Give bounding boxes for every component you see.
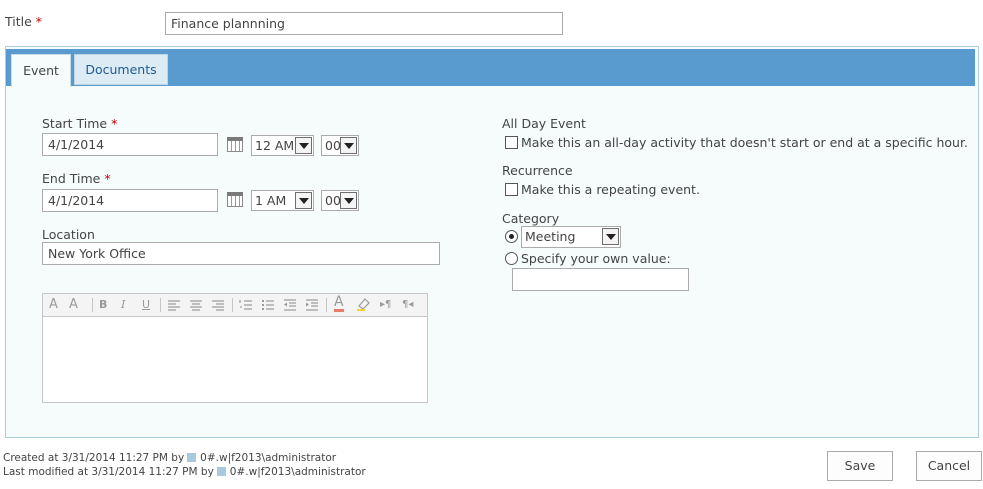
- font-size-icon[interactable]: A: [49, 298, 58, 311]
- text-color-icon[interactable]: A: [334, 295, 344, 312]
- category-own-value-radio[interactable]: [505, 252, 518, 265]
- toolbar-separator: [160, 298, 161, 312]
- start-hour-value: 12 AM: [255, 138, 295, 153]
- category-selected-value: Meeting: [525, 229, 576, 244]
- tab-documents[interactable]: Documents: [74, 54, 168, 85]
- toolbar-separator: [92, 298, 93, 312]
- location-label: Location: [42, 227, 95, 242]
- chevron-down-icon: [295, 192, 312, 209]
- tab-event-label: Event: [23, 63, 59, 78]
- rtl-icon[interactable]: ¶◂: [402, 299, 413, 311]
- start-minute-value: 00: [325, 138, 341, 153]
- all-day-checkbox-label[interactable]: Make this an all-day activity that doesn…: [521, 135, 968, 150]
- start-date-input[interactable]: 4/1/2014: [42, 133, 218, 156]
- align-left-icon[interactable]: [167, 299, 181, 311]
- numbered-list-icon[interactable]: [239, 299, 253, 311]
- category-select[interactable]: Meeting: [521, 226, 621, 248]
- ltr-pilcrow: ¶: [385, 299, 392, 310]
- own-value-input[interactable]: [512, 268, 689, 291]
- tab-documents-label: Documents: [85, 62, 157, 77]
- created-info: Created at 3/31/2014 11:27 PM by 0#.w|f20…: [3, 452, 336, 464]
- end-date-input[interactable]: 4/1/2014: [42, 189, 218, 212]
- recurrence-checkbox[interactable]: [505, 183, 518, 196]
- bullet-list-icon[interactable]: [261, 299, 275, 311]
- chevron-down-icon: [295, 137, 312, 154]
- created-by-user[interactable]: 0#.w|f2013\administrator: [200, 452, 336, 464]
- own-value-label[interactable]: Specify your own value:: [521, 251, 671, 266]
- chevron-down-icon: [602, 228, 619, 245]
- chevron-down-icon: [340, 137, 357, 154]
- save-button[interactable]: Save: [827, 451, 893, 481]
- toolbar-separator: [232, 298, 233, 312]
- end-time-label: End Time *: [42, 171, 111, 186]
- modified-by-user[interactable]: 0#.w|f2013\administrator: [230, 466, 366, 478]
- location-input[interactable]: New York Office: [42, 242, 440, 265]
- ltr-icon[interactable]: ▸¶: [380, 299, 391, 311]
- start-hour-select[interactable]: 12 AM: [251, 135, 314, 156]
- description-editor[interactable]: [42, 317, 428, 403]
- end-minute-select[interactable]: 00: [321, 190, 359, 211]
- created-prefix: Created at 3/31/2014 11:27 PM by: [3, 452, 185, 464]
- editor-toolbar: A A B I U A ▸¶ ¶◂: [42, 293, 428, 317]
- start-minute-select[interactable]: 00: [321, 135, 359, 156]
- align-center-icon[interactable]: [189, 299, 203, 311]
- category-label: Category: [502, 211, 560, 226]
- calendar-icon[interactable]: [227, 192, 243, 207]
- align-right-icon[interactable]: [211, 299, 225, 311]
- presence-icon: [216, 467, 226, 476]
- end-hour-value: 1 AM: [255, 193, 287, 208]
- toolbar-separator: [326, 298, 327, 312]
- clear-format-icon[interactable]: A: [69, 298, 78, 311]
- all-day-label: All Day Event: [502, 116, 586, 131]
- outdent-icon[interactable]: [283, 299, 297, 311]
- underline-icon[interactable]: U: [142, 299, 150, 311]
- presence-icon: [187, 453, 197, 462]
- all-day-checkbox[interactable]: [505, 136, 518, 149]
- bold-icon[interactable]: B: [99, 299, 107, 311]
- modified-prefix: Last modified at 3/31/2014 11:27 PM by: [3, 466, 214, 478]
- tab-event[interactable]: Event: [11, 54, 71, 87]
- chevron-down-icon: [340, 192, 357, 209]
- highlight-icon[interactable]: [356, 297, 372, 312]
- italic-icon[interactable]: I: [121, 299, 125, 311]
- title-label: Title *: [5, 14, 43, 29]
- start-time-label: Start Time *: [42, 116, 118, 131]
- cancel-button[interactable]: Cancel: [916, 451, 982, 481]
- recurrence-checkbox-label[interactable]: Make this a repeating event.: [521, 182, 700, 197]
- title-input[interactable]: Finance plannning: [165, 12, 563, 35]
- recurrence-label: Recurrence: [502, 163, 573, 178]
- rtl-arrow: ◂: [408, 299, 414, 310]
- modified-info: Last modified at 3/31/2014 11:27 PM by 0#…: [3, 466, 366, 478]
- category-choice-radio[interactable]: [505, 230, 518, 243]
- calendar-icon[interactable]: [227, 137, 243, 152]
- indent-icon[interactable]: [305, 299, 319, 311]
- end-hour-select[interactable]: 1 AM: [251, 190, 314, 211]
- end-minute-value: 00: [325, 193, 341, 208]
